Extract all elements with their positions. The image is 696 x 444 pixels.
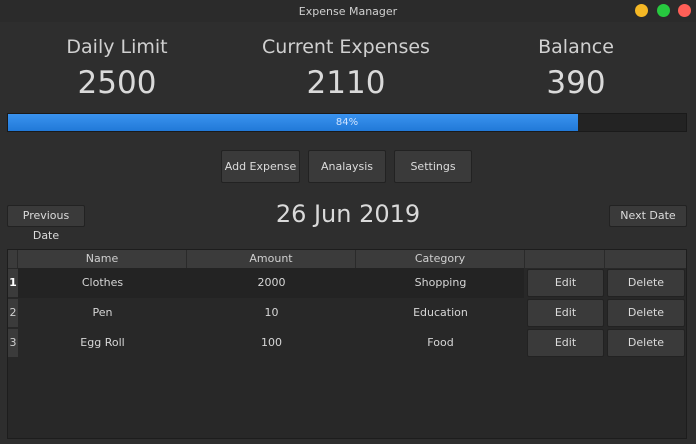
table-cell-name[interactable]: Egg Roll [18,329,187,357]
expense-table: Name Amount Category 1 Clothes 2000 Shop… [7,249,687,439]
current-date: 26 Jun 2019 [275,200,421,228]
edit-button[interactable]: Edit [527,269,604,297]
table-cell-amount[interactable]: 2000 [187,269,356,297]
expense-progress-bar: 84% [7,113,687,132]
add-expense-button[interactable]: Add Expense [221,150,300,183]
table-cell-category[interactable]: Shopping [356,269,525,297]
column-header-amount[interactable]: Amount [187,250,356,268]
delete-button[interactable]: Delete [607,329,685,357]
next-date-button[interactable]: Next Date [609,205,687,227]
daily-limit-value: 2500 [77,65,157,101]
current-expenses-value: 2110 [306,65,386,101]
title-bar: Expense Manager [0,0,696,22]
daily-limit-label: Daily Limit [66,36,168,58]
row-number[interactable]: 3 [8,329,18,357]
column-header-delete[interactable] [605,250,686,268]
daily-limit-stat: Daily Limit 2500 [17,36,217,101]
current-expenses-label: Current Expenses [262,36,430,58]
settings-button[interactable]: Settings [394,150,472,183]
corner-cell [8,250,18,268]
column-header-category[interactable]: Category [356,250,525,268]
balance-stat: Balance 390 [476,36,676,101]
row-number[interactable]: 1 [8,269,18,297]
maximize-button[interactable] [657,4,670,17]
minimize-button[interactable] [635,4,648,17]
delete-button[interactable]: Delete [607,299,685,327]
table-cell-category[interactable]: Education [356,299,525,327]
table-cell-name[interactable]: Pen [18,299,187,327]
table-cell-name[interactable]: Clothes [18,269,187,297]
current-expenses-stat: Current Expenses 2110 [246,36,446,101]
analysis-button[interactable]: Analaysis [308,150,386,183]
balance-label: Balance [538,36,614,58]
window-title: Expense Manager [298,5,398,18]
progress-text: 84% [335,117,359,128]
table-cell-amount[interactable]: 100 [187,329,356,357]
close-button[interactable] [678,4,691,17]
edit-button[interactable]: Edit [527,299,604,327]
table-header: Name Amount Category [8,250,686,268]
previous-date-button[interactable]: Previous Date [7,205,85,242]
column-header-edit[interactable] [525,250,605,268]
edit-button[interactable]: Edit [527,329,604,357]
row-number[interactable]: 2 [8,299,18,327]
column-header-name[interactable]: Name [18,250,187,268]
balance-value: 390 [546,65,606,101]
table-cell-category[interactable]: Food [356,329,525,357]
delete-button[interactable]: Delete [607,269,685,297]
table-cell-amount[interactable]: 10 [187,299,356,327]
